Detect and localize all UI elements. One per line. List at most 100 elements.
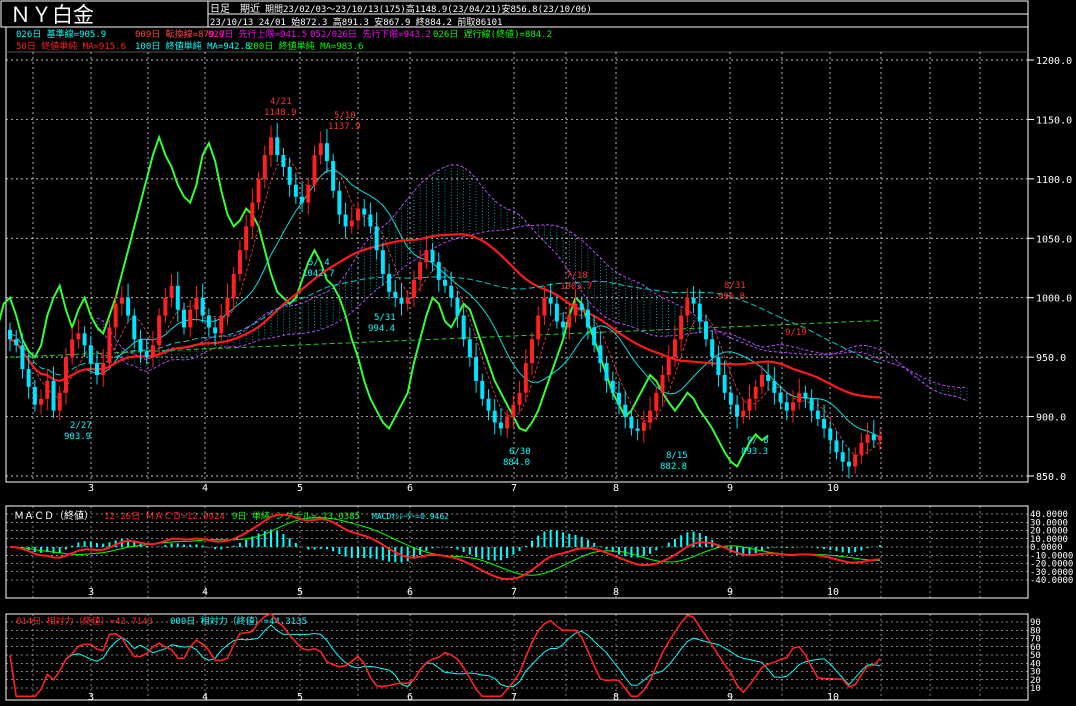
- candle-body: [300, 196, 305, 203]
- candle-body: [865, 434, 870, 443]
- macd-main-label: 12-26日 ＭＡＣＤ=12.0924: [104, 511, 225, 522]
- candle-body: [393, 291, 398, 298]
- candle-body: [8, 329, 12, 340]
- candle-body: [337, 190, 342, 215]
- candle-body: [14, 339, 19, 346]
- chart-canvas: ＮＹ白金 日足 期近 期間23/02/03～23/10/13(175)高1148…: [0, 0, 1073, 703]
- x-tick-label: 6: [407, 483, 413, 494]
- annotation-value: 1148.9: [264, 108, 297, 118]
- annotation-value: 1137.9: [328, 122, 361, 132]
- candle-body: [163, 297, 168, 316]
- candle-body: [374, 226, 379, 251]
- candle-body: [871, 434, 876, 441]
- annotation-date: 5/ 4: [308, 258, 330, 268]
- y-tick-label: 950.0: [1036, 353, 1066, 364]
- candle-body: [70, 339, 75, 358]
- annotation-value: 882.8: [660, 462, 687, 472]
- candle-body: [157, 315, 162, 346]
- candle-body: [542, 297, 547, 316]
- candle-body: [697, 303, 702, 322]
- candle-body: [536, 315, 541, 340]
- candle-body: [95, 363, 99, 375]
- x-tick-label: 5: [297, 692, 303, 703]
- legend-item: 026日 遅行線(終値)=884.2: [433, 28, 552, 40]
- annotation-date: 5/31: [374, 313, 396, 323]
- candle-body: [772, 380, 777, 393]
- candle-body: [635, 428, 640, 431]
- candle-body: [399, 297, 404, 304]
- candle-body: [480, 380, 485, 399]
- candle-body: [405, 297, 410, 304]
- candle-body: [411, 279, 416, 298]
- x-tick-label: 10: [827, 692, 839, 703]
- candle-body: [237, 250, 242, 274]
- candle-body: [76, 333, 81, 340]
- x-tick-label: 6: [407, 692, 413, 703]
- candle-body: [617, 392, 621, 405]
- candle-body: [579, 303, 584, 310]
- chart-title: ＮＹ白金: [10, 3, 94, 27]
- candle-body: [573, 303, 578, 316]
- annotation-value: 1042.7: [302, 269, 335, 279]
- candle-body: [567, 315, 572, 328]
- annotation-date: 5/10: [334, 111, 356, 121]
- candle-body: [610, 380, 615, 393]
- candle-body: [380, 250, 385, 274]
- annotation-date: 7/18: [566, 271, 588, 281]
- candle-body: [878, 435, 882, 441]
- candle-body: [784, 402, 789, 411]
- annotation-date: 4/21: [270, 97, 292, 107]
- candle-body: [461, 315, 466, 340]
- candle-body: [797, 392, 802, 403]
- y-tick-label: 10: [1030, 684, 1041, 694]
- candle-body: [356, 208, 360, 221]
- candle-body: [840, 452, 845, 462]
- legend-item: 200日 終値単純 MA=983.6: [248, 40, 363, 52]
- x-tick-label: 4: [202, 483, 208, 494]
- candle-body: [20, 345, 25, 370]
- x-tick-label: 10: [827, 483, 839, 494]
- candle-body: [331, 161, 336, 191]
- candle-body: [362, 208, 367, 215]
- candle-body: [349, 220, 354, 227]
- annotation-value: 994.4: [368, 324, 395, 334]
- candle-body: [281, 155, 286, 167]
- annotation-date: 2/27: [70, 421, 92, 431]
- candle-body: [747, 398, 752, 411]
- candle-body: [716, 357, 721, 375]
- annotation-value: 903.9: [64, 432, 91, 442]
- candle-body: [511, 404, 516, 417]
- x-tick-label: 8: [613, 692, 619, 703]
- candle-body: [704, 321, 708, 340]
- candle-body: [101, 363, 106, 375]
- candle-body: [859, 442, 864, 455]
- candle-body: [629, 416, 634, 429]
- candle-body: [778, 392, 783, 403]
- y-tick-label: 1000.0: [1036, 294, 1072, 305]
- candle-body: [486, 398, 491, 411]
- candle-body: [722, 374, 727, 393]
- candle-body: [150, 345, 155, 358]
- y-tick-label: 1100.0: [1036, 175, 1072, 186]
- candle-body: [598, 345, 603, 364]
- price-grid: [6, 52, 1028, 482]
- candle-body: [368, 214, 373, 227]
- x-tick-label: 8: [613, 483, 619, 494]
- rsi-plot: 908070605040302010: [6, 612, 1041, 700]
- candle-body: [759, 374, 764, 387]
- x-tick-label: 7: [511, 483, 517, 494]
- rsi-panel-frame: [5, 613, 1029, 701]
- candle-body: [175, 285, 180, 310]
- candle-body: [791, 402, 795, 411]
- x-tick-label: 7: [511, 692, 517, 703]
- annotations: 2/27903.9 4/211148.9 5/101137.9 5/ 41042.7 5…: [64, 97, 807, 472]
- candle-body: [523, 363, 528, 393]
- candle-body: [604, 363, 609, 381]
- candle-body: [809, 398, 814, 411]
- candle-body: [132, 315, 137, 340]
- candle-body: [244, 226, 249, 251]
- price-panel-frame: [5, 26, 1029, 483]
- y-tick-label: 850.0: [1036, 472, 1066, 483]
- candle-body: [63, 357, 68, 393]
- annotation-value: 996.8: [718, 292, 745, 302]
